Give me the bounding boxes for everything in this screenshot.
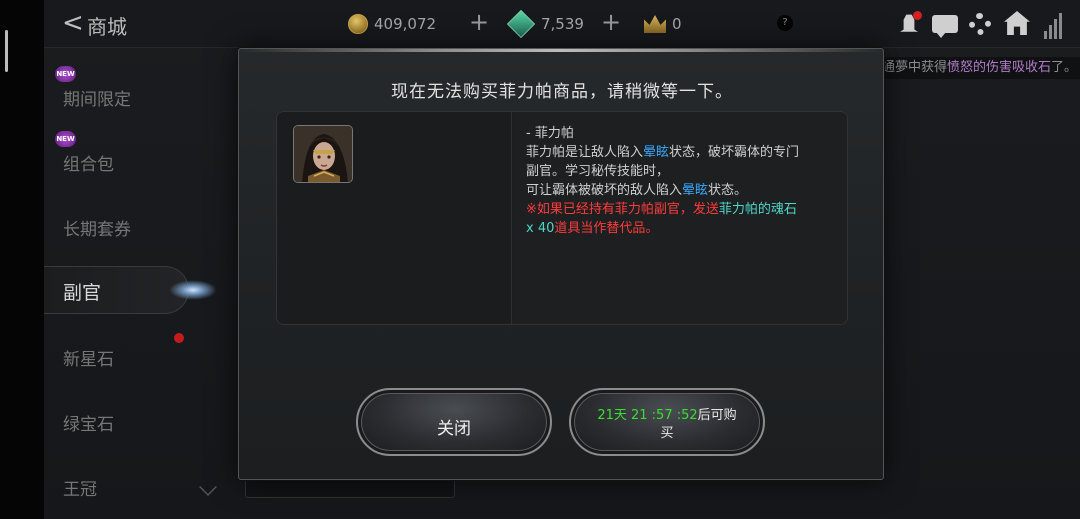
notification-badge xyxy=(913,11,922,20)
sidebar-item-adjutant-label: 副官 xyxy=(63,282,102,304)
sidebar-item-limited[interactable]: 期间限定 xyxy=(63,85,131,110)
sidebar-item-emerald[interactable]: 绿宝石 xyxy=(63,410,114,435)
sidebar-item-bundle[interactable]: 组合包 xyxy=(63,150,114,175)
purchase-timer-button[interactable]: 21天 21 :57 :52后可购买 xyxy=(569,388,765,456)
countdown-timer: 21天 21 :57 :52 xyxy=(597,408,698,423)
gold-amount: 409,072 xyxy=(374,15,437,33)
gold-counter: 409,072 xyxy=(348,12,436,36)
sidebar-item-long-term[interactable]: 长期套券 xyxy=(63,215,131,240)
warning-text: ※如果已经持有菲力帕副官，发送 xyxy=(526,202,719,217)
adjutant-portrait xyxy=(293,125,353,183)
item-description-area: - 菲力帕 菲力帕是让敌人陷入晕眩状态，破坏霸体的专门 副官。学习秘传技能时， … xyxy=(513,112,847,324)
desc-text: 状态。 xyxy=(708,183,748,198)
gem-amount: 7,539 xyxy=(541,15,584,33)
announcement-marquee: 通夢中获得愤怒的伤害吸收石了。 xyxy=(882,57,1080,79)
desc-line: - 菲力帕 xyxy=(526,126,574,141)
edge-handle[interactable] xyxy=(5,30,8,72)
desc-text: 菲力帕是让敌人陷入 xyxy=(526,145,644,160)
signal-strength-icon xyxy=(1044,11,1062,39)
top-bar: < 商城 409,072 + 7,539 + 0 ? xyxy=(44,0,1080,48)
purchase-timer-label: 21天 21 :57 :52后可购买 xyxy=(571,407,763,443)
desc-text: 状态，破坏霸体的专门 xyxy=(669,145,800,160)
gem-counter: 7,539 xyxy=(506,9,584,39)
stun-keyword: 晕眩 xyxy=(682,183,709,198)
add-gem-button[interactable]: + xyxy=(601,10,621,34)
scroll-down-chevron-icon[interactable] xyxy=(199,478,217,496)
desc-text: 可让霸体被破坏的敌人陷入 xyxy=(526,183,683,198)
item-quantity: x 40 xyxy=(526,221,555,236)
gem-icon xyxy=(506,9,536,39)
new-badge: NEW xyxy=(55,131,76,147)
new-badge: NEW xyxy=(55,66,76,82)
active-glow-icon xyxy=(169,280,217,300)
soul-stone-item: 菲力帕的魂石 xyxy=(718,202,797,217)
crown-amount: 0 xyxy=(672,15,682,33)
page-title: 商城 xyxy=(87,15,127,39)
dialog-title: 现在无法购买菲力帕商品，请稍微等一下。 xyxy=(391,82,733,102)
item-description: - 菲力帕 菲力帕是让敌人陷入晕眩状态，破坏霸体的专门 副官。学习秘传技能时， … xyxy=(526,124,846,238)
item-info-panel: - 菲力帕 菲力帕是让敌人陷入晕眩状态，破坏霸体的专门 副官。学习秘传技能时， … xyxy=(276,111,848,325)
gold-coin-icon xyxy=(348,14,368,34)
back-icon[interactable]: < xyxy=(62,10,84,38)
sidebar-item-star-stone[interactable]: 新星石 xyxy=(63,345,114,370)
left-edge-strip xyxy=(0,0,44,519)
purchase-unavailable-dialog: 现在无法购买菲力帕商品，请稍微等一下。 - 菲力帕 菲力帕是让敌人陷入晕眩状态，… xyxy=(238,48,884,480)
marquee-item-name: 愤怒的伤害吸收石 xyxy=(947,60,1052,75)
close-button[interactable]: 关闭 xyxy=(356,388,552,456)
chat-icon[interactable] xyxy=(932,15,958,38)
item-portrait-area xyxy=(277,112,512,324)
help-icon[interactable]: ? xyxy=(777,15,793,31)
settings-gear-icon[interactable] xyxy=(969,13,991,35)
close-button-label: 关闭 xyxy=(437,419,471,439)
sidebar-item-crown[interactable]: 王冠 xyxy=(63,475,97,500)
crown-icon xyxy=(644,15,666,33)
home-icon[interactable] xyxy=(1004,11,1030,35)
stun-keyword: 晕眩 xyxy=(643,145,670,160)
sidebar-alert-dot xyxy=(174,333,184,343)
add-gold-button[interactable]: + xyxy=(469,10,489,34)
marquee-text-end: 了。 xyxy=(1051,60,1078,75)
desc-line: 副官。学习秘传技能时， xyxy=(526,164,670,179)
crown-counter: 0 xyxy=(644,12,682,36)
warning-text: 道具当作替代品。 xyxy=(554,221,659,236)
marquee-text: 通夢中获得 xyxy=(882,60,948,75)
